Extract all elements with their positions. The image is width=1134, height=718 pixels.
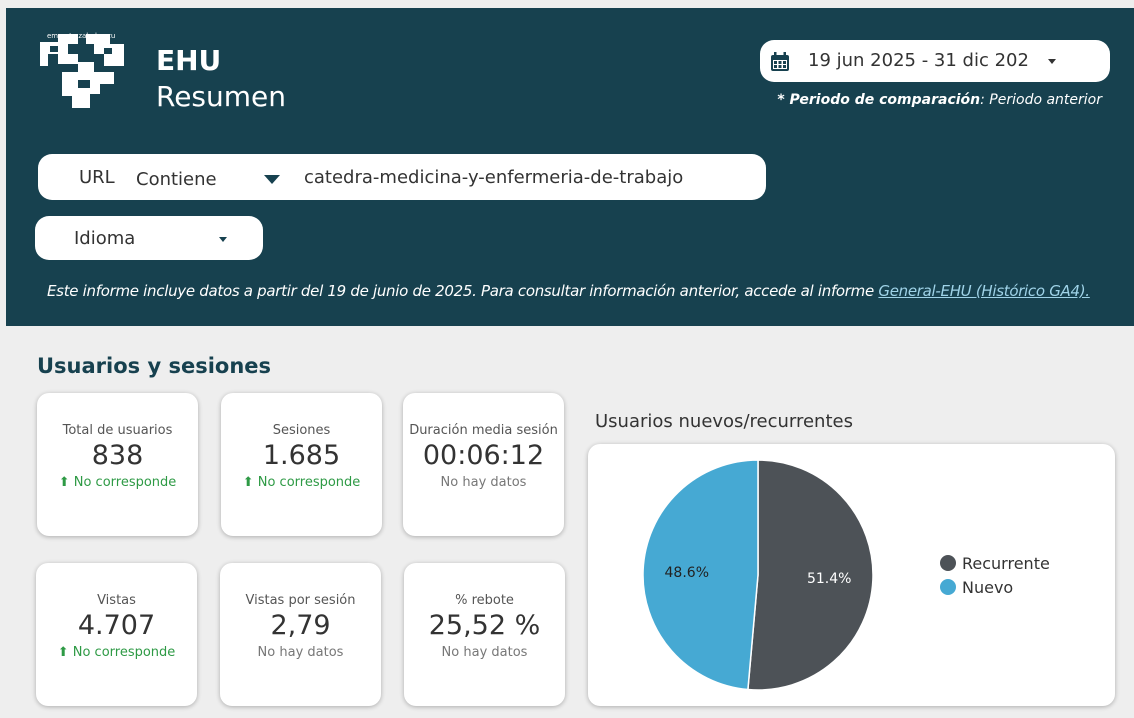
url-operator-select[interactable]: Contiene xyxy=(136,169,217,190)
url-filter-input[interactable]: catedra-medicina-y-enfermeria-de-trabajo xyxy=(304,167,683,188)
scorecard-label: Vistas xyxy=(97,593,136,608)
pie-chart-card: 51.4% 48.6% Recurrente Nuevo xyxy=(588,444,1115,706)
info-notice: Este informe incluye datos a partir del … xyxy=(47,282,1090,300)
legend-label: Recurrente xyxy=(962,554,1050,573)
scorecard-value: 838 xyxy=(91,440,144,471)
comparison-value: : Periodo anterior xyxy=(980,92,1102,108)
legend-item-recurrente[interactable]: Recurrente xyxy=(940,554,1050,573)
scorecard-delta-text: No corresponde xyxy=(73,475,177,490)
legend-swatch xyxy=(940,579,956,595)
legend-swatch xyxy=(940,555,956,571)
scorecard-delta: ⬆ No corresponde xyxy=(36,645,197,660)
scorecard-delta-text: No corresponde xyxy=(257,475,361,490)
legend-label: Nuevo xyxy=(962,578,1014,597)
language-filter[interactable]: Idioma xyxy=(35,216,263,260)
scorecard-delta-text: No corresponde xyxy=(72,645,176,660)
scorecard-label: Sesiones xyxy=(272,423,331,438)
scorecard-total-users[interactable]: Total de usuarios 838 ⬆ No corresponde xyxy=(37,393,198,536)
scorecard-delta: ⬆ No corresponde xyxy=(37,475,198,490)
scorecard-sessions[interactable]: Sesiones 1.685 ⬆ No corresponde xyxy=(221,393,382,536)
scorecard-avg-session-duration[interactable]: Duración media sesión 00:06:12 No hay da… xyxy=(403,393,564,536)
date-range-picker[interactable]: 19 jun 2025 - 31 dic 202 xyxy=(760,40,1110,82)
scorecard-delta: No hay datos xyxy=(257,645,344,660)
language-filter-label: Idioma xyxy=(74,228,136,249)
chevron-down-icon[interactable] xyxy=(219,237,227,242)
scorecard-views[interactable]: Vistas 4.707 ⬆ No corresponde xyxy=(36,563,197,706)
scorecard-label: Duración media sesión xyxy=(409,423,558,438)
app-title: EHU xyxy=(156,44,222,77)
arrow-up-icon: ⬆ xyxy=(57,645,69,660)
url-filter[interactable]: URL Contiene catedra-medicina-y-enfermer… xyxy=(38,154,766,200)
arrow-up-icon: ⬆ xyxy=(242,475,254,490)
pie-chart[interactable]: 51.4% 48.6% xyxy=(588,444,928,706)
chevron-down-icon[interactable] xyxy=(264,175,280,184)
scorecard-delta: ⬆ No corresponde xyxy=(221,475,382,490)
scorecard-delta: No hay datos xyxy=(440,475,527,490)
scorecard-value: 00:06:12 xyxy=(422,440,545,471)
scorecard-value: 1.685 xyxy=(262,440,341,471)
scorecard-delta: No hay datos xyxy=(441,645,528,660)
section-title: Usuarios y sesiones xyxy=(37,354,272,378)
historic-report-link[interactable]: General-EHU (Histórico GA4). xyxy=(878,282,1090,300)
url-filter-label: URL xyxy=(79,167,115,188)
legend-item-nuevo[interactable]: Nuevo xyxy=(940,578,1013,597)
logo-motto: eman ta zabal zazu xyxy=(47,32,116,40)
scorecard-value: 25,52 % xyxy=(428,610,541,641)
pie-slice-label: 51.4% xyxy=(807,571,851,587)
page-title: Resumen xyxy=(156,80,287,113)
scorecard-value: 2,79 xyxy=(270,610,331,641)
date-range-value: 19 jun 2025 - 31 dic 202 xyxy=(808,50,1029,71)
scorecard-label: % rebote xyxy=(455,593,514,608)
pie-slice-label: 48.6% xyxy=(665,565,709,581)
notice-text: Este informe incluye datos a partir del … xyxy=(47,282,879,300)
calendar-icon xyxy=(771,52,789,71)
arrow-up-icon: ⬆ xyxy=(58,475,70,490)
scorecard-bounce-rate[interactable]: % rebote 25,52 % No hay datos xyxy=(404,563,565,706)
scorecard-label: Vistas por sesión xyxy=(245,593,356,608)
chevron-down-icon[interactable] xyxy=(1048,59,1056,64)
scorecard-views-per-session[interactable]: Vistas por sesión 2,79 No hay datos xyxy=(220,563,381,706)
comparison-period: * Periodo de comparación: Periodo anteri… xyxy=(777,92,1102,108)
pie-chart-title: Usuarios nuevos/recurrentes xyxy=(595,411,853,432)
ehu-logo xyxy=(40,34,124,108)
scorecard-value: 4.707 xyxy=(77,610,156,641)
comparison-label: * Periodo de comparación xyxy=(777,92,981,108)
scorecard-label: Total de usuarios xyxy=(62,423,173,438)
